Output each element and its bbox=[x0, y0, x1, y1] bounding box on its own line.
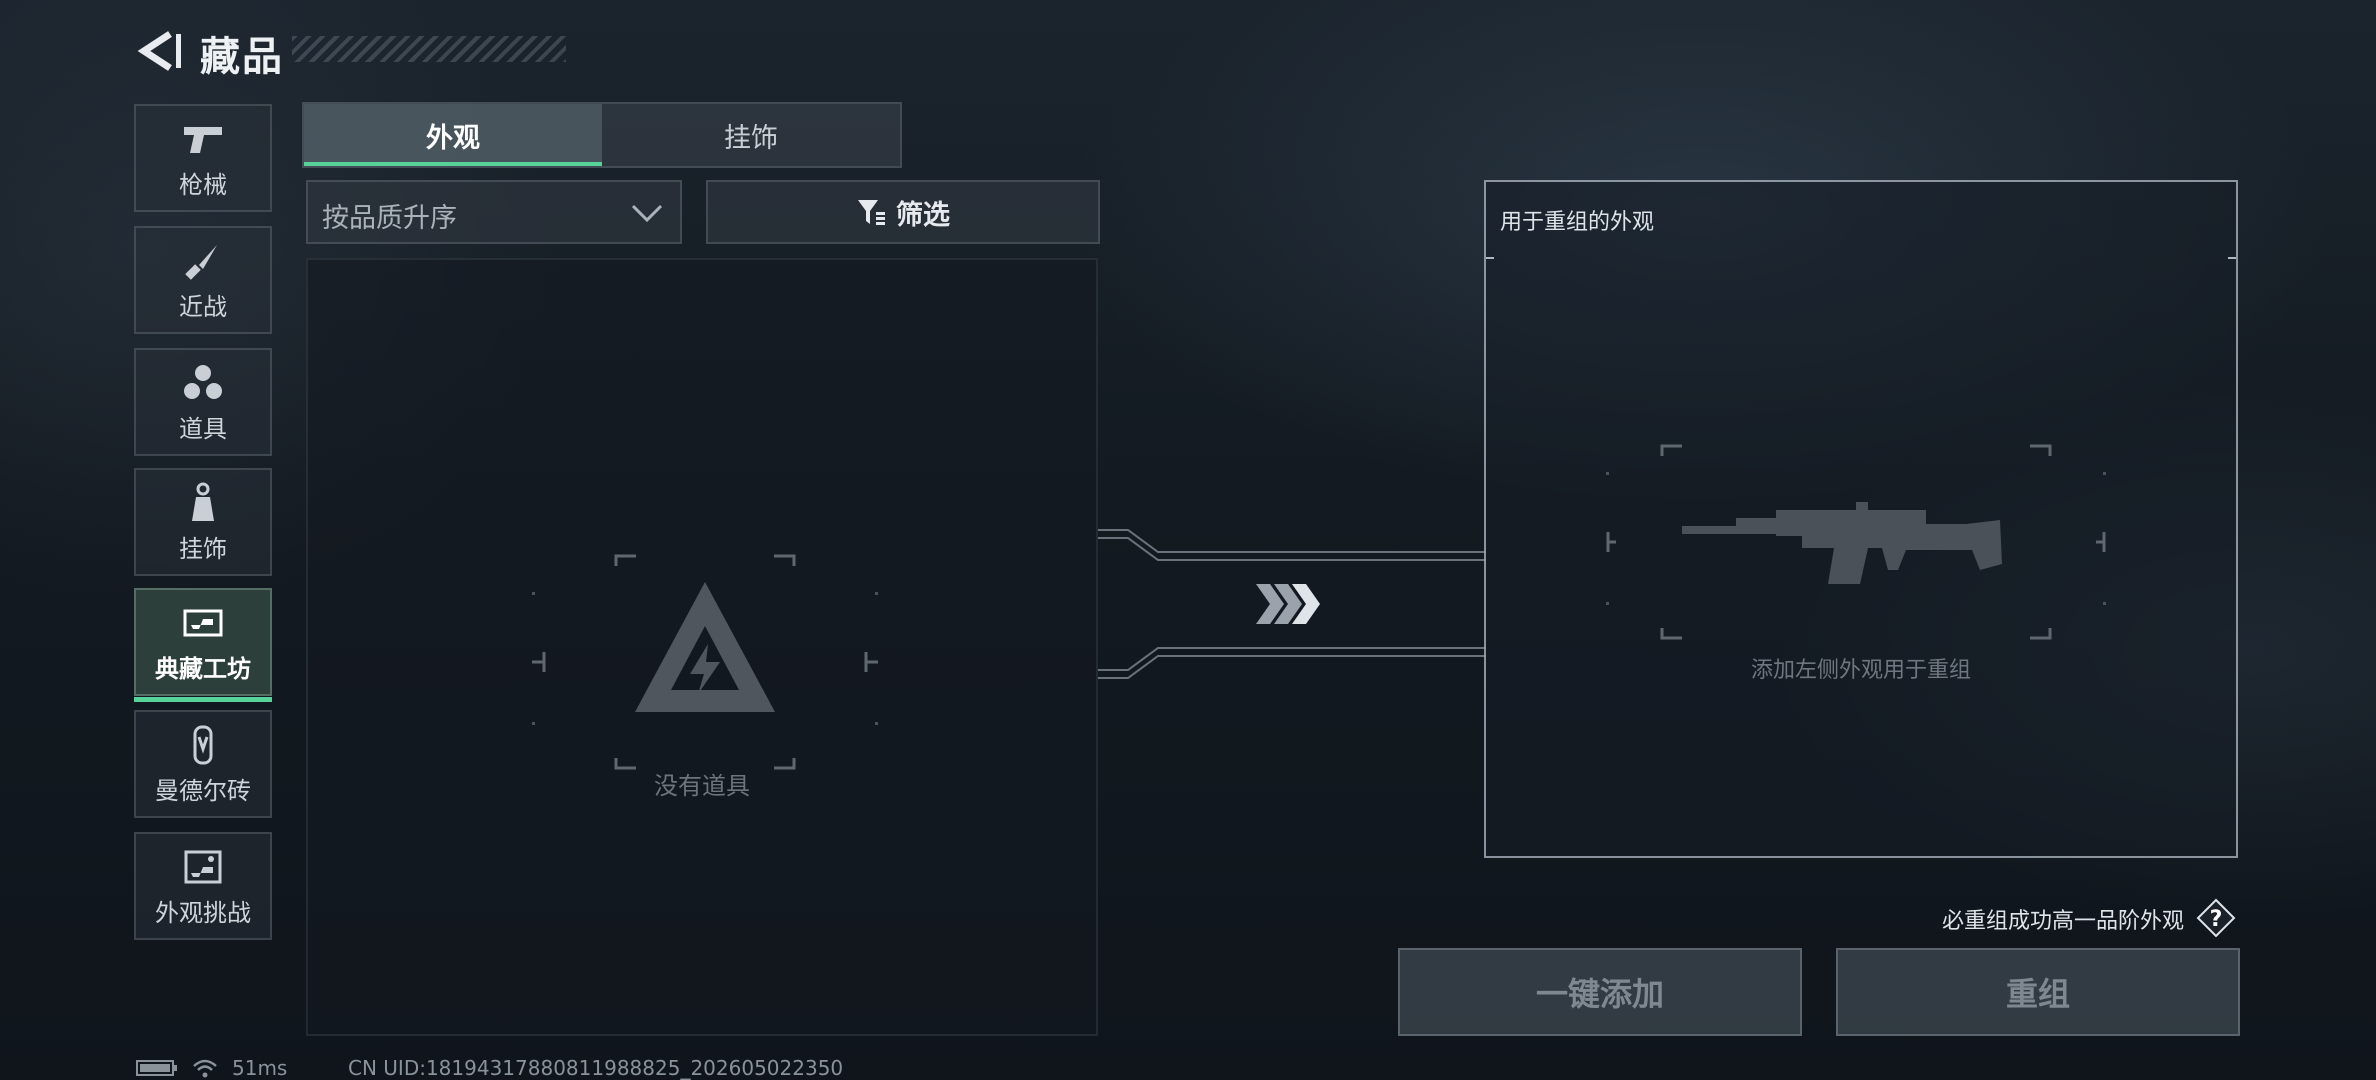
challenge-icon bbox=[178, 845, 228, 889]
sort-dropdown[interactable]: 按品质升序 bbox=[306, 180, 682, 244]
empty-logo-icon bbox=[532, 554, 878, 770]
back-arrow-icon bbox=[137, 31, 181, 71]
add-all-button[interactable]: 一键添加 bbox=[1398, 948, 1802, 1036]
page-title: 藏品 bbox=[200, 34, 284, 80]
sidebar-item-label: 枪械 bbox=[179, 170, 227, 199]
sort-dropdown-value: 按品质升序 bbox=[322, 203, 457, 234]
tab-charms[interactable]: 挂饰 bbox=[602, 104, 900, 166]
status-bar: 51ms bbox=[136, 1056, 287, 1080]
rifle-placeholder-icon bbox=[1606, 444, 2106, 640]
help-button[interactable]: ? bbox=[2196, 898, 2236, 938]
sidebar-item-label: 典藏工坊 bbox=[155, 654, 251, 683]
sidebar-item-items[interactable]: 道具 bbox=[134, 348, 272, 456]
charm-icon bbox=[178, 481, 228, 525]
sidebar-item-charms[interactable]: 挂饰 bbox=[134, 468, 272, 576]
filter-button-label: 筛选 bbox=[896, 199, 950, 231]
filter-button[interactable]: 筛选 bbox=[706, 180, 1100, 244]
uid-text: CN UID:18194317880811988825_202605022350 bbox=[348, 1056, 844, 1080]
sidebar-item-melee[interactable]: 近战 bbox=[134, 226, 272, 334]
sidebar-item-skin-challenge[interactable]: 外观挑战 bbox=[134, 832, 272, 940]
pistol-icon bbox=[178, 117, 228, 161]
chevron-down-icon bbox=[631, 204, 663, 223]
recombine-panel: 用于重组的外观 添加左侧外观用于重组 bbox=[1484, 180, 2238, 858]
sidebar-item-label: 道具 bbox=[179, 414, 227, 443]
sidebar-item-label: 外观挑战 bbox=[155, 898, 251, 927]
recombine-button[interactable]: 重组 bbox=[1836, 948, 2240, 1036]
back-button[interactable] bbox=[132, 28, 184, 74]
grenades-icon bbox=[178, 361, 228, 405]
tab-bar: 外观 挂饰 bbox=[302, 102, 902, 168]
recombine-hint-text: 添加左侧外观用于重组 bbox=[1750, 658, 1971, 683]
sidebar-item-workshop[interactable]: 典藏工坊 bbox=[134, 588, 272, 702]
brick-icon bbox=[178, 723, 228, 767]
inventory-panel: 没有道具 bbox=[306, 258, 1098, 1036]
sidebar-item-label: 近战 bbox=[179, 292, 227, 321]
sidebar-item-label: 挂饰 bbox=[179, 534, 227, 563]
connector-arrows bbox=[1098, 529, 1486, 679]
knife-icon bbox=[178, 239, 228, 283]
guarantee-text: 必重组成功高一品阶外观 bbox=[1941, 909, 2184, 934]
workshop-icon bbox=[178, 601, 228, 645]
sidebar-item-guns[interactable]: 枪械 bbox=[134, 104, 272, 212]
ping-text: 51ms bbox=[232, 1056, 288, 1080]
title-decoration bbox=[292, 36, 566, 62]
tab-appearance[interactable]: 外观 bbox=[304, 104, 602, 166]
sidebar-item-label: 曼德尔砖 bbox=[155, 776, 251, 805]
filter-icon bbox=[858, 200, 885, 225]
help-button-label: ? bbox=[2210, 907, 2223, 932]
sidebar-item-mandel-brick[interactable]: 曼德尔砖 bbox=[134, 710, 272, 818]
battery-icon bbox=[136, 1060, 177, 1076]
recombine-panel-title: 用于重组的外观 bbox=[1500, 210, 1655, 235]
question-icon: ? bbox=[2196, 898, 2236, 938]
wifi-icon bbox=[193, 1059, 217, 1078]
empty-state-text: 没有道具 bbox=[654, 772, 750, 800]
